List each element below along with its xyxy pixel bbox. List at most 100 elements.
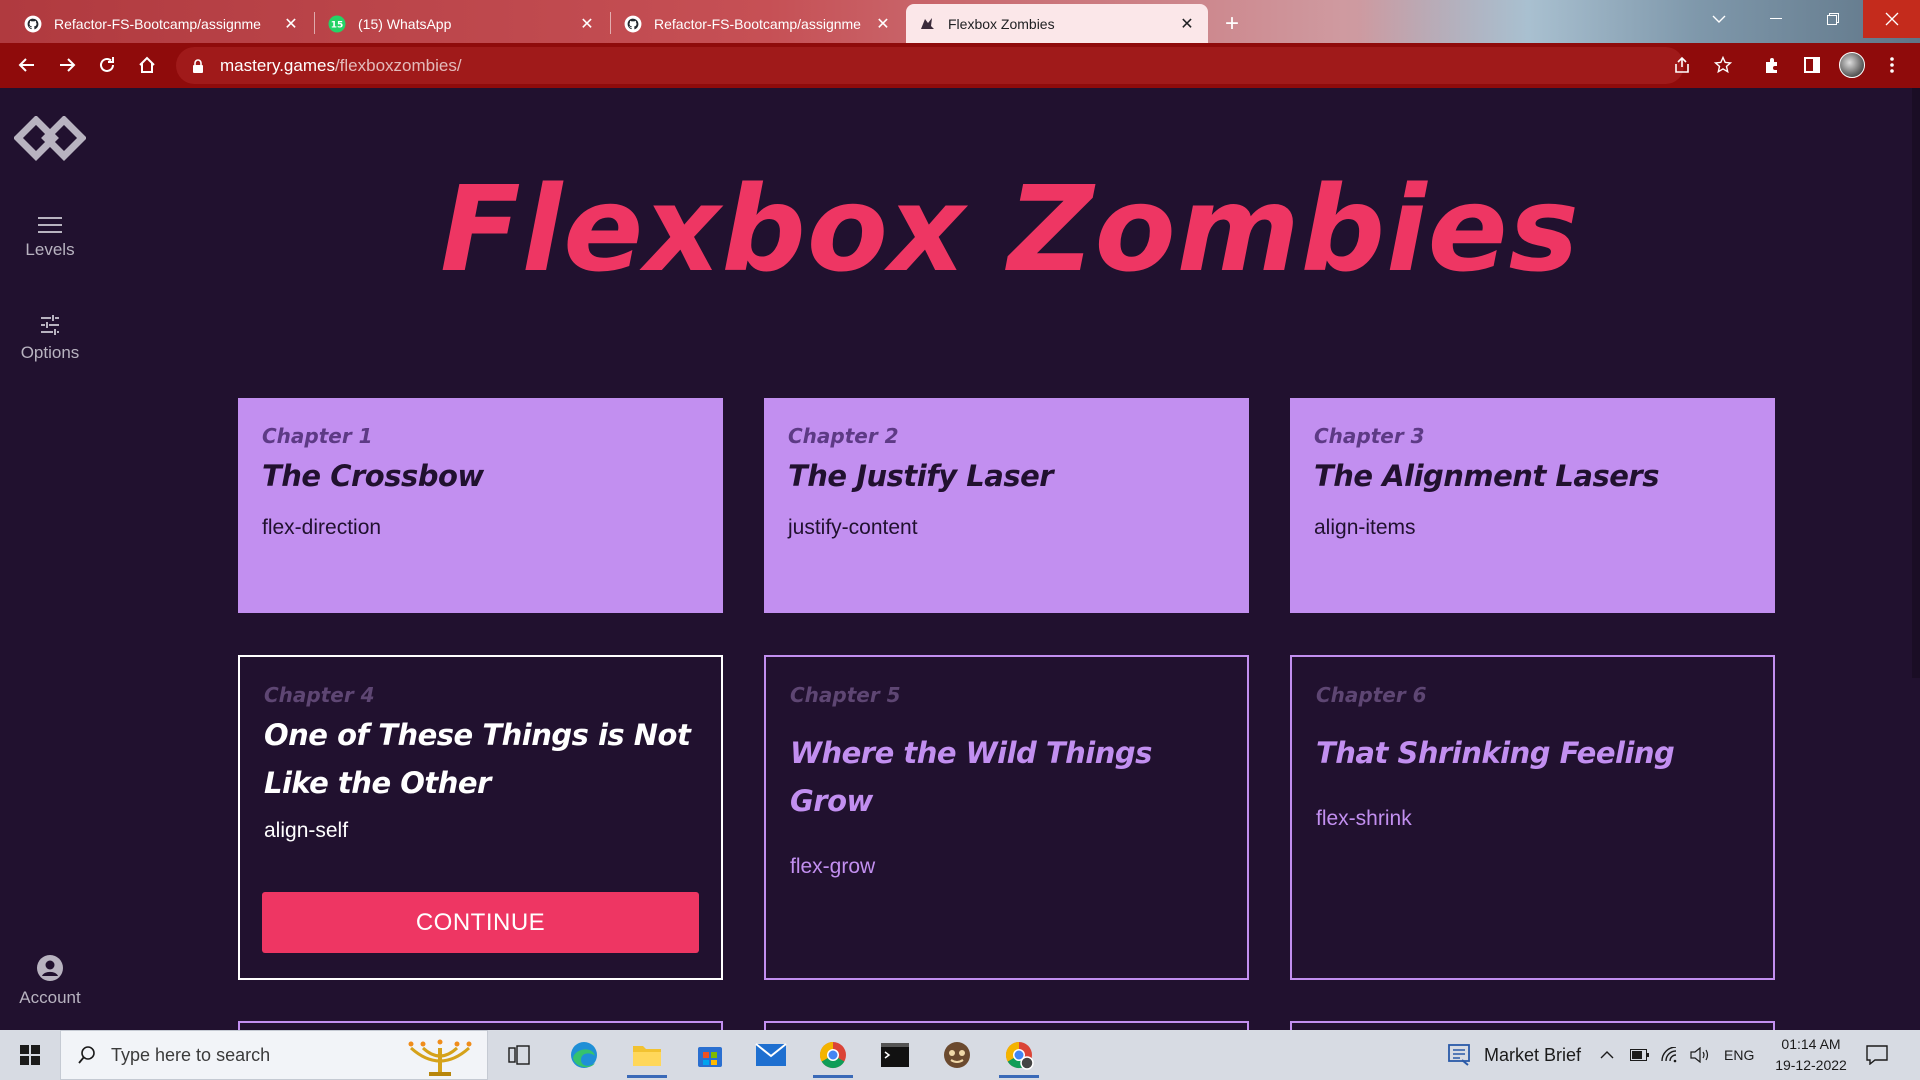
restore-button[interactable] [1804, 0, 1861, 38]
chapter-property: align-items [1314, 516, 1416, 539]
windows-taskbar: Type here to search Market Brief ENG 01:… [0, 1030, 1920, 1080]
chapter-card-3[interactable]: Chapter 3 The Alignment Lasers align-ite… [1290, 398, 1775, 613]
tab-separator [610, 12, 611, 34]
sidebar-item-label: Levels [25, 240, 75, 259]
reload-button[interactable] [91, 49, 123, 81]
tab-search-chevron-icon[interactable] [1690, 0, 1747, 38]
windows-start-button[interactable] [0, 1030, 60, 1080]
chapter-number: Chapter 5 [790, 683, 901, 707]
chapter-card-5[interactable]: Chapter 5 Where the Wild Things Grow fle… [764, 655, 1249, 980]
chapter-name: The Alignment Lasers [1314, 459, 1659, 493]
volume-icon[interactable] [1690, 1030, 1710, 1080]
chapter-number: Chapter 1 [262, 424, 373, 448]
browser-tab-3[interactable]: Refactor-FS-Bootcamp/assignme ✕ [612, 4, 904, 43]
browser-menu-icon[interactable] [1876, 49, 1908, 81]
app-icon[interactable] [928, 1030, 986, 1080]
menu-icon [38, 217, 62, 233]
side-panel-icon[interactable] [1796, 49, 1828, 81]
sliders-icon [41, 315, 59, 335]
terminal-icon[interactable] [866, 1030, 924, 1080]
sidebar-item-account[interactable]: Account [0, 954, 100, 1008]
file-explorer-icon[interactable] [618, 1030, 676, 1080]
svg-text:15: 15 [331, 20, 344, 30]
chapter-name: The Justify Laser [788, 459, 1054, 493]
new-tab-button[interactable]: + [1216, 8, 1248, 40]
notifications-icon[interactable] [1866, 1030, 1888, 1080]
browser-toolbar: mastery.games/flexboxzombies/ [0, 43, 1920, 88]
forward-button[interactable] [51, 49, 83, 81]
task-view-icon[interactable] [490, 1030, 548, 1080]
chapter-card-6[interactable]: Chapter 6 That Shrinking Feeling flex-sh… [1290, 655, 1775, 980]
mastery-games-logo[interactable] [13, 115, 87, 173]
chapter-number: Chapter 3 [1314, 424, 1425, 448]
account-icon [37, 955, 63, 981]
chapter-name: The Crossbow [262, 459, 484, 493]
tab-close-icon[interactable]: ✕ [282, 15, 300, 33]
github-icon [24, 15, 42, 33]
chapter-property: flex-direction [262, 516, 382, 539]
chapter-property: align-self [264, 819, 349, 842]
battery-icon[interactable] [1630, 1030, 1650, 1080]
browser-tab-1[interactable]: Refactor-FS-Bootcamp/assignme ✕ [12, 4, 312, 43]
chapter-name: Where the Wild Things Grow [790, 736, 1152, 818]
tab-close-icon[interactable]: ✕ [578, 15, 596, 33]
sidebar-item-options[interactable]: Options [0, 313, 100, 363]
chapter-property: justify-content [788, 516, 918, 539]
chapter-name: One of These Things is Not Like the Othe… [264, 718, 691, 800]
home-button[interactable] [131, 49, 163, 81]
wifi-icon[interactable] [1660, 1030, 1678, 1080]
mail-icon[interactable] [742, 1030, 800, 1080]
extensions-icon[interactable] [1756, 49, 1788, 81]
share-icon[interactable] [1666, 49, 1698, 81]
chapter-name: That Shrinking Feeling [1316, 736, 1675, 770]
zombie-icon [918, 15, 936, 33]
tab-title: (15) WhatsApp [358, 15, 452, 32]
profile-avatar[interactable] [1836, 49, 1868, 81]
chapter-property: flex-shrink [1316, 807, 1412, 830]
tab-title: Refactor-FS-Bootcamp/assignme [654, 15, 861, 32]
chapter-number: Chapter 6 [1316, 683, 1427, 707]
browser-tab-strip: Refactor-FS-Bootcamp/assignme ✕ 15 (15) … [0, 0, 1920, 43]
lock-icon[interactable] [190, 58, 206, 74]
taskbar-clock[interactable]: 01:14 AM 19-12-2022 [1766, 1034, 1856, 1076]
clock-date: 19-12-2022 [1775, 1057, 1847, 1073]
bookmark-star-icon[interactable] [1707, 49, 1739, 81]
sidebar-item-levels[interactable]: Levels [0, 216, 100, 260]
continue-button[interactable]: CONTINUE [262, 892, 699, 953]
github-icon [624, 15, 642, 33]
news-widget-icon [1448, 1044, 1470, 1066]
edge-icon[interactable] [555, 1030, 613, 1080]
sidebar-item-label: Options [20, 343, 80, 362]
chapter-card-4[interactable]: Chapter 4 One of These Things is Not Lik… [238, 655, 723, 980]
scrollbar-thumb[interactable] [1912, 88, 1920, 678]
market-brief-label: Market Brief [1484, 1044, 1582, 1065]
browser-tab-2[interactable]: 15 (15) WhatsApp ✕ [316, 4, 608, 43]
tab-close-icon[interactable]: ✕ [874, 15, 892, 33]
whatsapp-icon: 15 [328, 15, 346, 33]
chapter-card-2[interactable]: Chapter 2 The Justify Laser justify-cont… [764, 398, 1249, 613]
page-scrollbar[interactable] [1912, 88, 1920, 1030]
chrome-icon[interactable] [804, 1030, 862, 1080]
tray-chevron-up-icon[interactable] [1600, 1030, 1614, 1080]
taskbar-search-box[interactable]: Type here to search [60, 1030, 488, 1080]
search-icon [78, 1046, 95, 1064]
windows-logo-icon [20, 1045, 40, 1065]
tab-title: Flexbox Zombies [948, 15, 1055, 32]
back-button[interactable] [11, 49, 43, 81]
minimize-button[interactable] [1747, 0, 1804, 38]
language-indicator[interactable]: ENG [1724, 1030, 1754, 1080]
chapter-number: Chapter 4 [264, 683, 375, 707]
browser-tab-4-active[interactable]: Flexbox Zombies ✕ [906, 4, 1208, 43]
market-brief-widget[interactable]: Market Brief [1448, 1030, 1581, 1080]
app-sidebar: Levels Options Account [0, 88, 100, 1030]
chapter-card-1[interactable]: Chapter 1 The Crossbow flex-direction [238, 398, 723, 613]
menorah-search-highlight-icon [408, 1039, 472, 1076]
address-bar[interactable]: mastery.games/flexboxzombies/ [176, 47, 1732, 84]
close-window-button[interactable] [1863, 0, 1920, 38]
url-text: mastery.games/flexboxzombies/ [220, 55, 462, 75]
tab-close-icon[interactable]: ✕ [1178, 15, 1196, 33]
clock-time: 01:14 AM [1781, 1036, 1841, 1052]
chapter-number: Chapter 2 [788, 424, 899, 448]
chrome-profile-icon[interactable] [990, 1030, 1048, 1080]
store-icon[interactable] [681, 1030, 739, 1080]
